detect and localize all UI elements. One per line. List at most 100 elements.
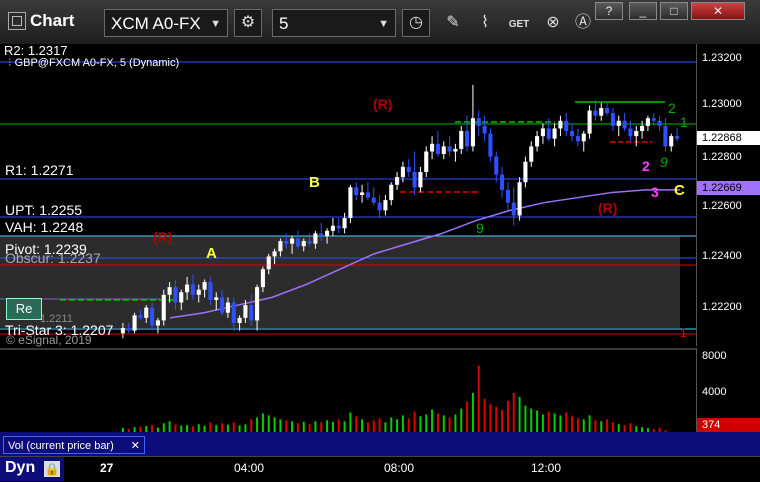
candle [290,238,295,244]
symbol-selector[interactable]: XCM A0-FX ▼ [104,9,228,37]
candle [546,128,551,139]
candle [500,174,505,190]
marker-r-right: (R) [598,200,618,216]
draw-pencil-button[interactable]: ✎ [440,9,466,37]
volume-axis: 8000 4000 374 [696,348,760,432]
settings-gear-button[interactable]: ⚙ [234,9,262,37]
candle [295,238,300,247]
candle [138,315,143,318]
alert-icon: Ⓐ [574,14,591,31]
candle [389,184,394,201]
volume-bar [536,410,539,434]
volume-bar [471,392,474,434]
study-button[interactable]: ⌇ [472,9,498,37]
candle [348,187,353,219]
candle [447,146,452,152]
candle [406,166,411,172]
candle [575,136,580,142]
alert-button[interactable]: Ⓐ [570,9,596,37]
candle [540,128,545,137]
candle [231,302,236,323]
candle [651,118,656,121]
maximize-button[interactable]: □ [660,2,688,20]
time-axis[interactable]: 27 04:00 08:00 12:00 [0,456,760,482]
volume-panel[interactable]: Vol (current price bar) ✕ [0,348,696,454]
upt-label: UPT: 1.2255 [5,202,83,218]
candle [570,131,575,137]
volume-axis-label: 8000 [702,350,727,362]
volume-bar [495,406,498,434]
time-tick: 08:00 [384,461,415,475]
interval-selector[interactable]: 5 ▼ [272,9,396,37]
candle [558,120,563,129]
close-icon[interactable]: ✕ [131,437,140,455]
lock-icon[interactable]: 🔒 [44,461,60,477]
close-icon: ✕ [712,4,724,18]
volume-bar [436,413,439,434]
candle [237,317,242,323]
replay-button[interactable]: Re [6,298,42,320]
price-chart-canvas [0,44,696,346]
volume-bar [565,412,568,434]
candle [476,118,481,126]
volume-study-label[interactable]: Vol (current price bar) ✕ [3,436,145,454]
interval-value: 5 [279,14,289,33]
vah-label: VAH: 1.2248 [5,219,84,235]
candle [120,328,125,334]
chevron-down-icon: ▼ [210,18,221,30]
get-data-button[interactable]: GET [506,9,532,37]
candle [243,305,248,318]
candle [365,192,370,198]
r1-label: R1: 1.2271 [5,162,74,178]
candle [535,136,540,147]
candle [307,241,312,244]
candle [640,125,645,132]
marker-r-top: (R) [373,96,393,112]
candle [511,202,516,216]
close-button[interactable]: ✕ [691,2,745,20]
candle [144,307,149,318]
candle [225,302,230,313]
candle [167,287,172,295]
candle [278,241,283,252]
volume-canvas [0,350,696,434]
volume-bar [553,413,556,434]
candle [161,294,166,321]
dynamic-toggle[interactable]: Dyn 🔒 [0,457,64,481]
candle [301,241,306,247]
volume-bar [483,398,486,434]
candle [465,131,470,147]
candle [669,136,674,147]
chevron-down-icon: ▼ [378,18,389,30]
marker-9-right: 9 [660,154,668,170]
help-button[interactable]: ? [595,2,623,20]
minimize-button[interactable]: _ [629,2,657,20]
candle [459,131,464,149]
volume-bar [431,409,434,434]
cursor-button[interactable]: ⊗ [540,9,566,37]
marker-3-magenta: 3 [651,184,659,200]
chart-window-icon [8,12,26,30]
candle [441,146,446,155]
price-chart[interactable]: R2: 1.2317 ⁝ GBP@FXCM A0-FX, 5 (Dynamic)… [0,43,696,347]
volume-bar [477,365,480,434]
candle [634,131,639,137]
candle [155,320,160,326]
axis-price-label: 1.23000 [702,98,742,110]
candle [371,197,376,203]
candle [395,177,400,185]
minimize-icon: _ [639,4,647,18]
candle [325,230,330,236]
price-axis[interactable]: 1.23200 1.23000 1.22800 1.22600 1.22400 … [696,44,760,346]
title-bar: Chart XCM A0-FX ▼ ⚙ 5 ▼ ◷ ✎ ⌇ GET ⊗ Ⓐ ? … [0,0,760,45]
candle [505,189,510,203]
volume-label-text: Vol (current price bar) [8,440,114,452]
candle [173,287,178,303]
marker-c: C [674,182,685,199]
volume-bar [460,408,463,434]
copyright-text: © eSignal, 2019 [6,333,92,347]
volume-bar [530,408,533,434]
candle [616,120,621,126]
marker-1-red: 1 [680,326,687,340]
clock-button[interactable]: ◷ [402,9,430,37]
